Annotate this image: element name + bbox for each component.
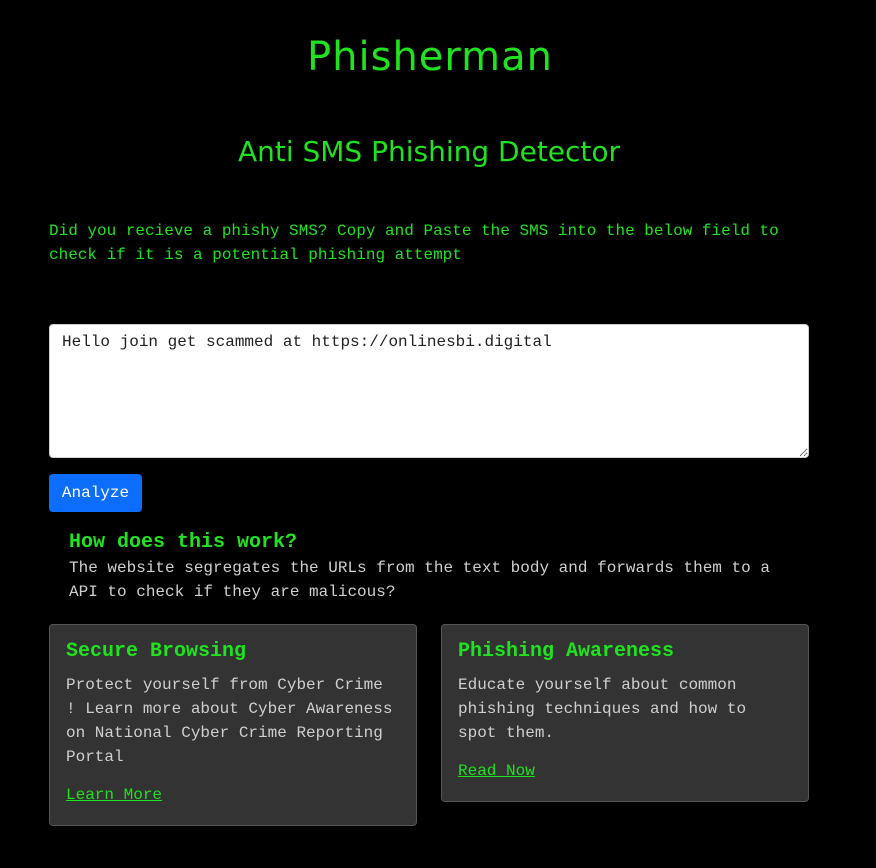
learn-more-link[interactable]: Learn More xyxy=(66,785,162,805)
analyze-button[interactable]: Analyze xyxy=(49,474,142,512)
card-text: Educate yourself about common phishing t… xyxy=(458,676,747,742)
phishing-awareness-card: Phishing Awareness Educate yourself abou… xyxy=(441,624,809,802)
card-title: Phishing Awareness xyxy=(458,640,675,663)
how-it-works-body: The website segregates the URLs from the… xyxy=(69,559,770,601)
intro-text: Did you recieve a phishy SMS? Copy and P… xyxy=(49,222,779,264)
secure-browsing-card: Secure Browsing Protect yourself from Cy… xyxy=(49,624,417,826)
page-title: Phisherman xyxy=(307,34,553,80)
read-now-link[interactable]: Read Now xyxy=(458,761,535,781)
page-subtitle: Anti SMS Phishing Detector xyxy=(237,135,621,168)
card-text: Protect yourself from Cyber Crime ! Lear… xyxy=(66,676,393,766)
sms-input[interactable]: Hello join get scammed at https://online… xyxy=(49,324,809,458)
how-it-works-title: How does this work? xyxy=(69,531,298,554)
card-title: Secure Browsing xyxy=(66,640,247,663)
